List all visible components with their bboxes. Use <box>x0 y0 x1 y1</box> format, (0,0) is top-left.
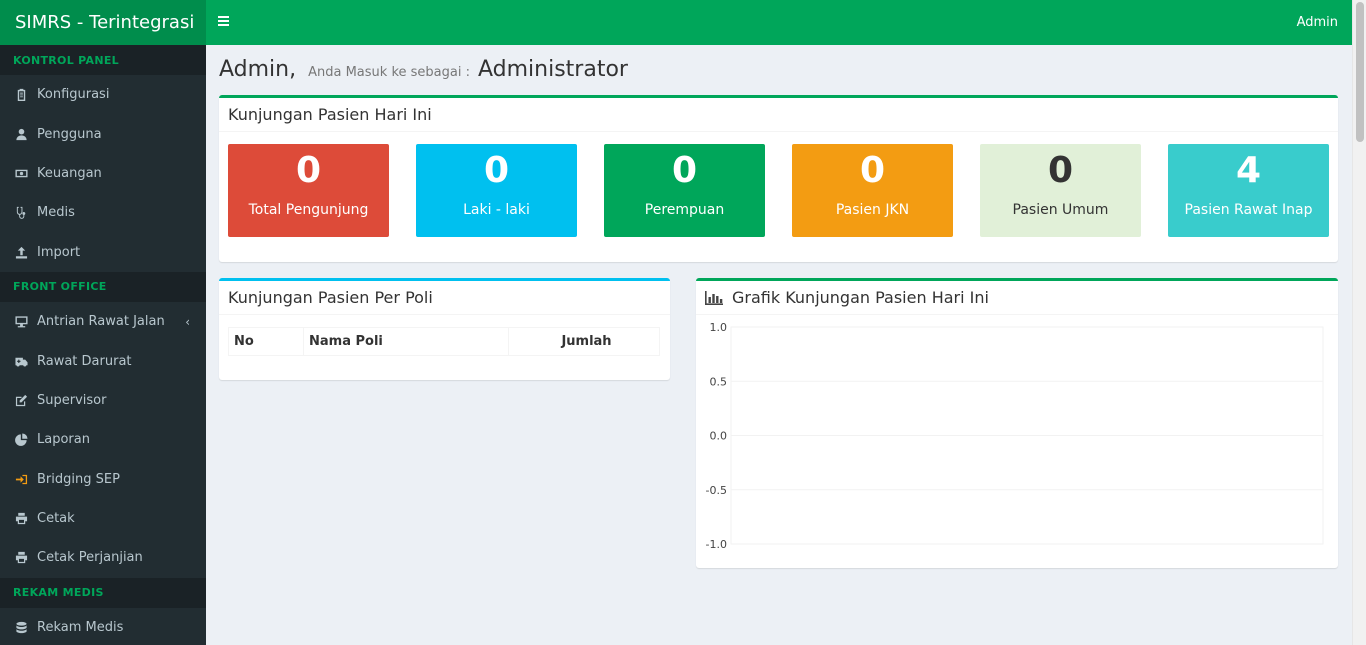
stat-label: Pasien JKN <box>835 202 910 218</box>
sidebar-item-label: Laporan <box>37 432 90 448</box>
pie-chart-icon <box>14 433 28 447</box>
page-title-role: Administrator <box>477 57 628 82</box>
stat-value: 4 <box>1235 150 1262 191</box>
column-header-jumlah: Jumlah <box>508 327 660 356</box>
column-header-no: No <box>228 327 304 356</box>
chart-box: Grafik Kunjungan Pasien Hari Ini 1.0 0.5 0… <box>696 278 1338 568</box>
sidebar-item-label: Rekam Medis <box>37 619 124 635</box>
ambulance-icon <box>14 354 28 368</box>
poli-box-header: Kunjungan Pasien Per Poli <box>219 281 670 315</box>
sidebar-item-label: Pengguna <box>37 126 102 142</box>
page-title: Admin, Anda Masuk ke sebagai : Administr… <box>219 57 628 82</box>
user-menu[interactable]: Admin <box>1297 15 1338 30</box>
sidebar-item-label: Cetak <box>37 511 75 527</box>
sidebar-item-import[interactable]: Import <box>0 233 206 272</box>
database-icon <box>14 620 28 634</box>
sidebar-item-keuangan[interactable]: Keuangan <box>0 154 206 193</box>
sidebar-item-pengguna[interactable]: Pengguna <box>0 114 206 153</box>
poli-box: Kunjungan Pasien Per Poli No Nama Poli J… <box>219 278 670 380</box>
sidebar-item-laporan[interactable]: Laporan <box>0 420 206 459</box>
chart-box-title: Grafik Kunjungan Pasien Hari Ini <box>732 288 989 307</box>
stats-box-header: Kunjungan Pasien Hari Ini <box>219 98 1338 132</box>
sidebar-item-rekam-medis[interactable]: Rekam Medis <box>0 608 206 645</box>
sidebar-item-konfigurasi[interactable]: Konfigurasi <box>0 75 206 114</box>
stat-tile: 0 Total Pengunjung <box>228 144 389 237</box>
stats-box: Kunjungan Pasien Hari Ini 0 Total Pengunj… <box>219 95 1338 262</box>
stat-tile: 0 Laki - laki <box>416 144 577 237</box>
stat-value: 0 <box>483 150 510 191</box>
sidebar-item-medis[interactable]: Medis <box>0 193 206 232</box>
sidebar: SIMRS - Terintegrasi KONTROL PANEL Konfig… <box>0 0 206 645</box>
sidebar-item-bridging-sep[interactable]: Bridging SEP <box>0 460 206 499</box>
table-header-row: No Nama Poli Jumlah <box>228 327 660 356</box>
sidebar-item-label: Antrian Rawat Jalan <box>37 314 165 330</box>
chart-box-header: Grafik Kunjungan Pasien Hari Ini <box>696 281 1338 315</box>
y-tick-label: -1.0 <box>706 538 727 551</box>
sidebar-item-supervisor[interactable]: Supervisor <box>0 381 206 420</box>
page-scrollbar[interactable] <box>1352 0 1366 645</box>
sidebar-item-cetak[interactable]: Cetak <box>0 499 206 538</box>
sidebar-item-label: Keuangan <box>37 165 102 181</box>
app-title: SIMRS - Terintegrasi <box>15 12 195 33</box>
top-navbar: Admin <box>206 0 1352 45</box>
sidebar-item-label: Cetak Perjanjian <box>37 550 143 566</box>
visit-chart: 1.0 0.5 0.0 -0.5 -1.0 <box>706 321 1324 551</box>
upload-icon <box>14 245 28 259</box>
menu-toggle-icon[interactable] <box>218 14 232 30</box>
stat-label: Perempuan <box>644 202 725 218</box>
sidebar-item-label: Medis <box>37 205 75 221</box>
main-content: Admin, Anda Masuk ke sebagai : Administr… <box>206 45 1352 645</box>
sidebar-item-cetak-perjanjian[interactable]: Cetak Perjanjian <box>0 538 206 577</box>
sidebar-section-list: Rekam Medis <box>0 608 206 645</box>
page-title-subtitle: Anda Masuk ke sebagai : <box>308 65 470 80</box>
sidebar-section-list: Konfigurasi Pengguna Keuangan Medis Import <box>0 75 206 272</box>
sidebar-section-header: FRONT OFFICE <box>0 271 206 302</box>
y-tick-label: 0.0 <box>710 430 728 443</box>
stat-tile: 0 Pasien Umum <box>980 144 1141 237</box>
stethoscope-icon <box>14 206 28 220</box>
y-tick-label: 0.5 <box>710 375 728 388</box>
edit-icon <box>14 393 28 407</box>
sidebar-item-label: Rawat Darurat <box>37 353 132 369</box>
page-title-name: Admin, <box>219 57 297 82</box>
money-icon <box>14 166 28 180</box>
y-tick-label: 1.0 <box>710 321 728 334</box>
column-header-nama-poli: Nama Poli <box>303 327 509 356</box>
scrollbar-thumb[interactable] <box>1356 2 1364 142</box>
print-icon <box>14 512 28 526</box>
stat-label: Pasien Umum <box>1012 202 1109 218</box>
y-tick-label: -0.5 <box>706 484 727 497</box>
stat-value: 0 <box>671 150 698 191</box>
sidebar-section-list: Antrian Rawat Jalan ‹ Rawat Darurat Supervi… <box>0 302 206 578</box>
sidebar-item-label: Bridging SEP <box>37 471 120 487</box>
bar-chart-icon <box>705 290 723 305</box>
stat-label: Total Pengunjung <box>248 202 369 218</box>
stat-value: 0 <box>1047 150 1074 191</box>
sidebar-item-label: Konfigurasi <box>37 87 110 103</box>
sidebar-section-header: REKAM MEDIS <box>0 577 206 608</box>
app-logo[interactable]: SIMRS - Terintegrasi <box>0 0 206 45</box>
print-icon <box>14 551 28 565</box>
poli-table: No Nama Poli Jumlah <box>228 327 660 356</box>
user-icon <box>14 127 28 141</box>
chevron-left-icon[interactable]: ‹ <box>185 315 190 329</box>
poli-box-title: Kunjungan Pasien Per Poli <box>228 288 433 307</box>
stat-tile: 0 Perempuan <box>604 144 765 237</box>
stats-box-title: Kunjungan Pasien Hari Ini <box>228 105 432 124</box>
sidebar-item-rawat-darurat[interactable]: Rawat Darurat <box>0 341 206 380</box>
stat-value: 0 <box>295 150 322 191</box>
clipboard-icon <box>14 88 28 102</box>
sidebar-item-label: Supervisor <box>37 392 107 408</box>
sidebar-section-header: KONTROL PANEL <box>0 45 206 75</box>
sidebar-menu: KONTROL PANEL Konfigurasi Pengguna Keuangan… <box>0 45 206 645</box>
sign-in-icon <box>14 472 28 486</box>
stat-value: 0 <box>859 150 886 191</box>
stat-label: Pasien Rawat Inap <box>1184 202 1313 218</box>
sidebar-item-label: Import <box>37 244 81 260</box>
stat-label: Laki - laki <box>463 202 530 218</box>
desktop-icon <box>14 315 28 329</box>
stat-tile: 4 Pasien Rawat Inap <box>1168 144 1329 237</box>
stat-tile: 0 Pasien JKN <box>792 144 953 237</box>
sidebar-item-antrian-rawat-jalan[interactable]: Antrian Rawat Jalan ‹ <box>0 302 206 341</box>
